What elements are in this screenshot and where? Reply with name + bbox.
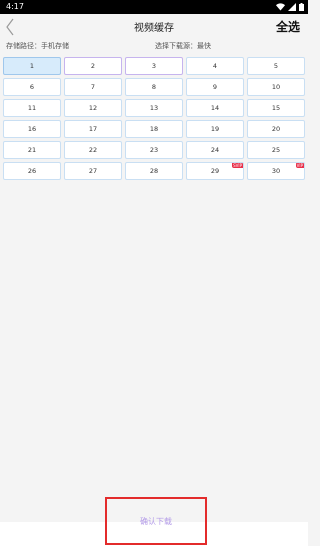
video-cache-screen: 4:17 视频缓存 全选 存储路径：手机存储 选择下载源：最快 12345678… bbox=[0, 0, 308, 546]
episode-button[interactable]: 12 bbox=[64, 99, 122, 117]
episode-button[interactable]: 11 bbox=[3, 99, 61, 117]
status-time: 4:17 bbox=[6, 2, 24, 11]
episode-button[interactable]: 17 bbox=[64, 120, 122, 138]
episode-button[interactable]: 19 bbox=[186, 120, 244, 138]
episode-button[interactable]: 23 bbox=[125, 141, 183, 159]
episode-button[interactable]: 13 bbox=[125, 99, 183, 117]
episode-label: 26 bbox=[27, 167, 37, 175]
episode-button[interactable]: 25 bbox=[247, 141, 305, 159]
episode-button[interactable]: 4 bbox=[186, 57, 244, 75]
episode-button[interactable]: 8 bbox=[125, 78, 183, 96]
episode-label: 21 bbox=[27, 146, 37, 154]
status-bar: 4:17 bbox=[0, 0, 308, 14]
episode-button[interactable]: 15 bbox=[247, 99, 305, 117]
episode-label: 8 bbox=[151, 83, 157, 91]
battery-icon bbox=[299, 3, 304, 11]
episode-button[interactable]: 29 SVIP bbox=[186, 162, 244, 180]
wifi-icon bbox=[276, 3, 285, 11]
episode-label: 1 bbox=[29, 62, 35, 70]
episode-label: 4 bbox=[212, 62, 218, 70]
episode-label: 22 bbox=[88, 146, 98, 154]
episode-label: 5 bbox=[273, 62, 279, 70]
page-title: 视频缓存 bbox=[134, 23, 174, 34]
episode-label: 20 bbox=[271, 125, 281, 133]
confirm-download-button[interactable]: 确认下载 bbox=[105, 497, 207, 545]
vip-badge: VIP bbox=[295, 163, 304, 168]
episode-button[interactable]: 6 bbox=[3, 78, 61, 96]
episode-button[interactable]: 10 bbox=[247, 78, 305, 96]
episode-label: 30 bbox=[271, 167, 281, 175]
episode-label: 27 bbox=[88, 167, 98, 175]
episode-button[interactable]: 21 bbox=[3, 141, 61, 159]
info-row: 存储路径：手机存储 选择下载源：最快 bbox=[0, 41, 308, 53]
episode-button[interactable]: 22 bbox=[64, 141, 122, 159]
episode-button[interactable]: 27 bbox=[64, 162, 122, 180]
episode-label: 16 bbox=[27, 125, 37, 133]
episode-label: 18 bbox=[149, 125, 159, 133]
episode-label: 13 bbox=[149, 104, 159, 112]
episode-label: 2 bbox=[90, 62, 96, 70]
episode-button[interactable]: 20 bbox=[247, 120, 305, 138]
episode-label: 14 bbox=[210, 104, 220, 112]
episode-label: 11 bbox=[27, 104, 37, 112]
episode-button[interactable]: 26 bbox=[3, 162, 61, 180]
episode-button[interactable]: 3 bbox=[125, 57, 183, 75]
episode-button[interactable]: 16 bbox=[3, 120, 61, 138]
episode-label: 7 bbox=[90, 83, 96, 91]
episode-button[interactable]: 14 bbox=[186, 99, 244, 117]
vip-badge: SVIP bbox=[232, 163, 243, 168]
episode-button[interactable]: 18 bbox=[125, 120, 183, 138]
episode-button[interactable]: 24 bbox=[186, 141, 244, 159]
episode-label: 24 bbox=[210, 146, 220, 154]
confirm-download-label: 确认下载 bbox=[140, 516, 172, 526]
episode-label: 29 bbox=[210, 167, 220, 175]
episode-label: 25 bbox=[271, 146, 281, 154]
episode-button[interactable]: 2 bbox=[64, 57, 122, 75]
storage-path-label[interactable]: 存储路径：手机存储 bbox=[6, 41, 69, 51]
select-all-button[interactable]: 全选 bbox=[276, 18, 300, 35]
episode-label: 23 bbox=[149, 146, 159, 154]
episode-button[interactable]: 28 bbox=[125, 162, 183, 180]
download-source-label[interactable]: 选择下载源：最快 bbox=[155, 41, 211, 51]
episode-label: 10 bbox=[271, 83, 281, 91]
status-icons bbox=[276, 3, 304, 11]
episode-grid: 1 2 3 4 5 6 7 8 9 10 11 12 13 14 15 16 17 18 19 20 21 22 23 24 2… bbox=[3, 57, 305, 180]
top-bar: 视频缓存 全选 bbox=[0, 14, 308, 40]
episode-button[interactable]: 7 bbox=[64, 78, 122, 96]
episode-button[interactable]: 30 VIP bbox=[247, 162, 305, 180]
episode-label: 6 bbox=[29, 83, 35, 91]
episode-label: 28 bbox=[149, 167, 159, 175]
episode-label: 17 bbox=[88, 125, 98, 133]
episode-label: 19 bbox=[210, 125, 220, 133]
episode-button[interactable]: 1 bbox=[3, 57, 61, 75]
episode-button[interactable]: 5 bbox=[247, 57, 305, 75]
signal-icon bbox=[288, 3, 296, 11]
episode-label: 12 bbox=[88, 104, 98, 112]
episode-label: 15 bbox=[271, 104, 281, 112]
episode-label: 9 bbox=[212, 83, 218, 91]
episode-label: 3 bbox=[151, 62, 157, 70]
episode-button[interactable]: 9 bbox=[186, 78, 244, 96]
